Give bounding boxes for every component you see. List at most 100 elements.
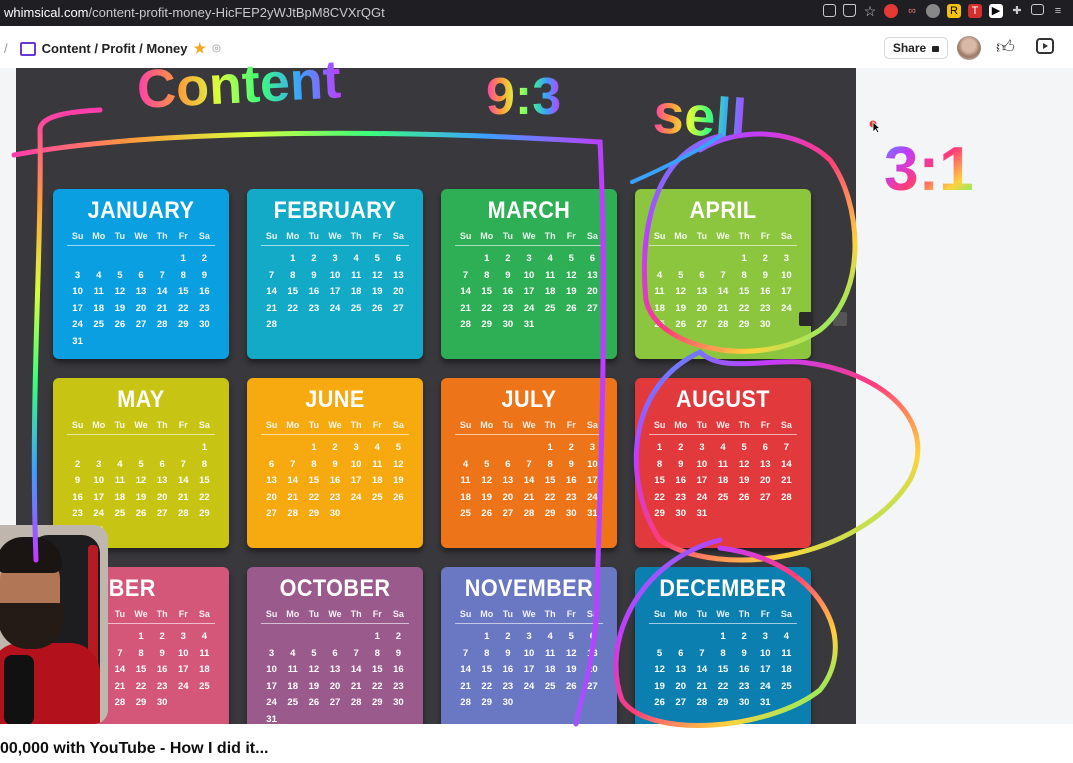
day-cell: 8 bbox=[484, 269, 490, 281]
day-cell: 9 bbox=[311, 269, 317, 281]
extension-circle-icon[interactable] bbox=[926, 4, 940, 18]
day-cell: 14 bbox=[156, 286, 168, 297]
day-cell: 14 bbox=[523, 475, 535, 486]
day-cell: 1 bbox=[484, 253, 490, 264]
day-cell: 9 bbox=[74, 475, 81, 486]
day-cell: 28 bbox=[177, 508, 189, 519]
day-cell: 9 bbox=[395, 647, 402, 659]
screenshot-icon[interactable] bbox=[823, 4, 836, 17]
day-cell: 8 bbox=[547, 458, 553, 470]
extension-yellow-icon[interactable]: R bbox=[947, 4, 961, 18]
day-cell: 30 bbox=[156, 697, 168, 708]
weekday-label: We bbox=[328, 420, 342, 430]
day-cell: 17 bbox=[759, 664, 771, 675]
resize-handle[interactable] bbox=[799, 312, 813, 326]
menu-icon[interactable]: ≡ bbox=[1051, 4, 1065, 18]
present-icon[interactable] bbox=[1036, 38, 1054, 54]
extension-play-icon[interactable]: ▶ bbox=[989, 4, 1003, 18]
empty-day bbox=[88, 252, 109, 265]
month-name: JUNE bbox=[305, 386, 365, 413]
day-cell: 19 bbox=[308, 680, 320, 692]
day-cell: 15 bbox=[308, 475, 320, 486]
weekday-label: Fr bbox=[372, 420, 382, 430]
day-cell: 24 bbox=[523, 680, 535, 692]
day-cell: 10 bbox=[523, 269, 535, 281]
share-page-icon[interactable] bbox=[843, 4, 856, 17]
weekday-header: Su Mo Tu We Th Fr Sa bbox=[67, 420, 215, 430]
weekday-label: Mo bbox=[92, 420, 106, 430]
weekday-label: Fr bbox=[178, 231, 188, 241]
day-cell: 3 bbox=[353, 442, 359, 453]
day-cell: 12 bbox=[675, 286, 686, 297]
weekday-label: We bbox=[522, 231, 536, 241]
header-rule bbox=[649, 434, 797, 435]
weekday-label: We bbox=[522, 420, 536, 430]
day-cell: 15 bbox=[481, 286, 492, 297]
day-cell: 21 bbox=[460, 680, 471, 692]
day-cell: 25 bbox=[287, 697, 298, 708]
user-avatar[interactable] bbox=[957, 36, 981, 60]
day-cell: 3 bbox=[74, 269, 81, 281]
month-card-may: MAY Su Mo Tu We Th Fr Sa 1 2 3 4 5 6 7 8 9 10 11 12 13 14 15 16… bbox=[53, 378, 229, 548]
month-card-august: AUGUST Su Mo Tu We Th Fr Sa 1 2 3 4 5 6 7 8 9 10 11 12 13 14 1… bbox=[635, 378, 811, 548]
weekday-label: Mo bbox=[286, 609, 300, 619]
day-cell: 4 bbox=[96, 269, 102, 281]
day-grid: 1234567891011121314151617181920212223242… bbox=[649, 630, 797, 709]
day-cell: 12 bbox=[565, 269, 577, 281]
day-cell: 6 bbox=[589, 631, 596, 642]
day-cell: 12 bbox=[114, 286, 126, 297]
extension-glasses-icon[interactable]: ∞ bbox=[905, 4, 919, 18]
weekday-label: Tu bbox=[696, 231, 708, 241]
day-cell: 2 bbox=[568, 442, 574, 453]
extensions-puzzle-icon[interactable]: ✚ bbox=[1010, 4, 1024, 18]
day-cell: 4 bbox=[117, 458, 123, 470]
video-title[interactable]: 00,000 with YouTube - How I did it... bbox=[0, 740, 268, 758]
weekday-label: We bbox=[134, 231, 148, 241]
calendar-image[interactable]: JANUARY Su Mo Tu We Th Fr Sa 1 2 3 4 5 6 7 8 9 10 11 12 13 14… bbox=[16, 68, 856, 724]
extension-red-icon[interactable] bbox=[884, 4, 898, 18]
cast-icon[interactable] bbox=[1031, 4, 1044, 15]
extension-tp-icon[interactable]: T bbox=[968, 4, 982, 18]
day-cell: 27 bbox=[156, 508, 168, 519]
header-rule bbox=[649, 623, 797, 624]
resize-handle[interactable] bbox=[833, 312, 847, 326]
weekday-header: Su Mo Tu We Th Fr Sa bbox=[649, 231, 797, 241]
weekday-label: Fr bbox=[760, 420, 770, 430]
day-cell: 25 bbox=[654, 319, 665, 330]
month-card-february: FEBRUARY Su Mo Tu We Th Fr Sa 1 2 3 4 5 6 7 8 9 10 11 12 13 1… bbox=[247, 189, 423, 359]
empty-day bbox=[691, 252, 712, 265]
day-cell: 24 bbox=[696, 491, 708, 503]
day-cell: 7 bbox=[353, 647, 359, 659]
breadcrumb-path[interactable]: Content / Profit / Money bbox=[42, 41, 188, 56]
day-cell: 7 bbox=[462, 269, 469, 281]
url-text[interactable]: whimsical.com/content-profit-money-HicFE… bbox=[4, 5, 385, 20]
day-cell: 30 bbox=[675, 508, 686, 519]
day-cell: 29 bbox=[199, 508, 210, 519]
month-card-march: MARCH Su Mo Tu We Th Fr Sa 1 2 3 4 5 6 7 8 9 10 11 12 13 14 15… bbox=[441, 189, 617, 359]
month-name: MAY bbox=[117, 386, 165, 413]
day-cell: 16 bbox=[329, 475, 341, 486]
like-thumb-icon[interactable]: 👍︎ bbox=[996, 36, 1015, 58]
day-cell: 14 bbox=[696, 664, 708, 675]
weekday-label: Mo bbox=[286, 420, 300, 430]
day-cell: 29 bbox=[308, 508, 320, 519]
day-cell: 28 bbox=[460, 697, 471, 708]
share-label: Share bbox=[892, 41, 927, 55]
day-cell: 18 bbox=[287, 680, 298, 692]
favorite-star-icon[interactable]: ★ bbox=[194, 40, 207, 57]
day-cell: 26 bbox=[565, 302, 577, 314]
weekday-label: Su bbox=[265, 609, 278, 619]
day-cell: 12 bbox=[565, 647, 577, 659]
weekday-label: Fr bbox=[372, 231, 382, 241]
share-button[interactable]: Share bbox=[884, 37, 948, 59]
weekday-label: Su bbox=[653, 231, 666, 241]
day-cell: 14 bbox=[717, 286, 729, 297]
browser-address-bar[interactable]: whimsical.com/content-profit-money-HicFE… bbox=[0, 0, 1073, 26]
url-host: whimsical.com bbox=[4, 5, 89, 20]
day-cell: 16 bbox=[156, 664, 168, 675]
day-cell: 30 bbox=[329, 508, 341, 519]
day-cell: 19 bbox=[654, 680, 665, 692]
weekday-label: Su bbox=[653, 609, 666, 619]
bookmark-star-icon[interactable]: ☆ bbox=[863, 4, 877, 18]
month-name: JULY bbox=[501, 386, 557, 413]
